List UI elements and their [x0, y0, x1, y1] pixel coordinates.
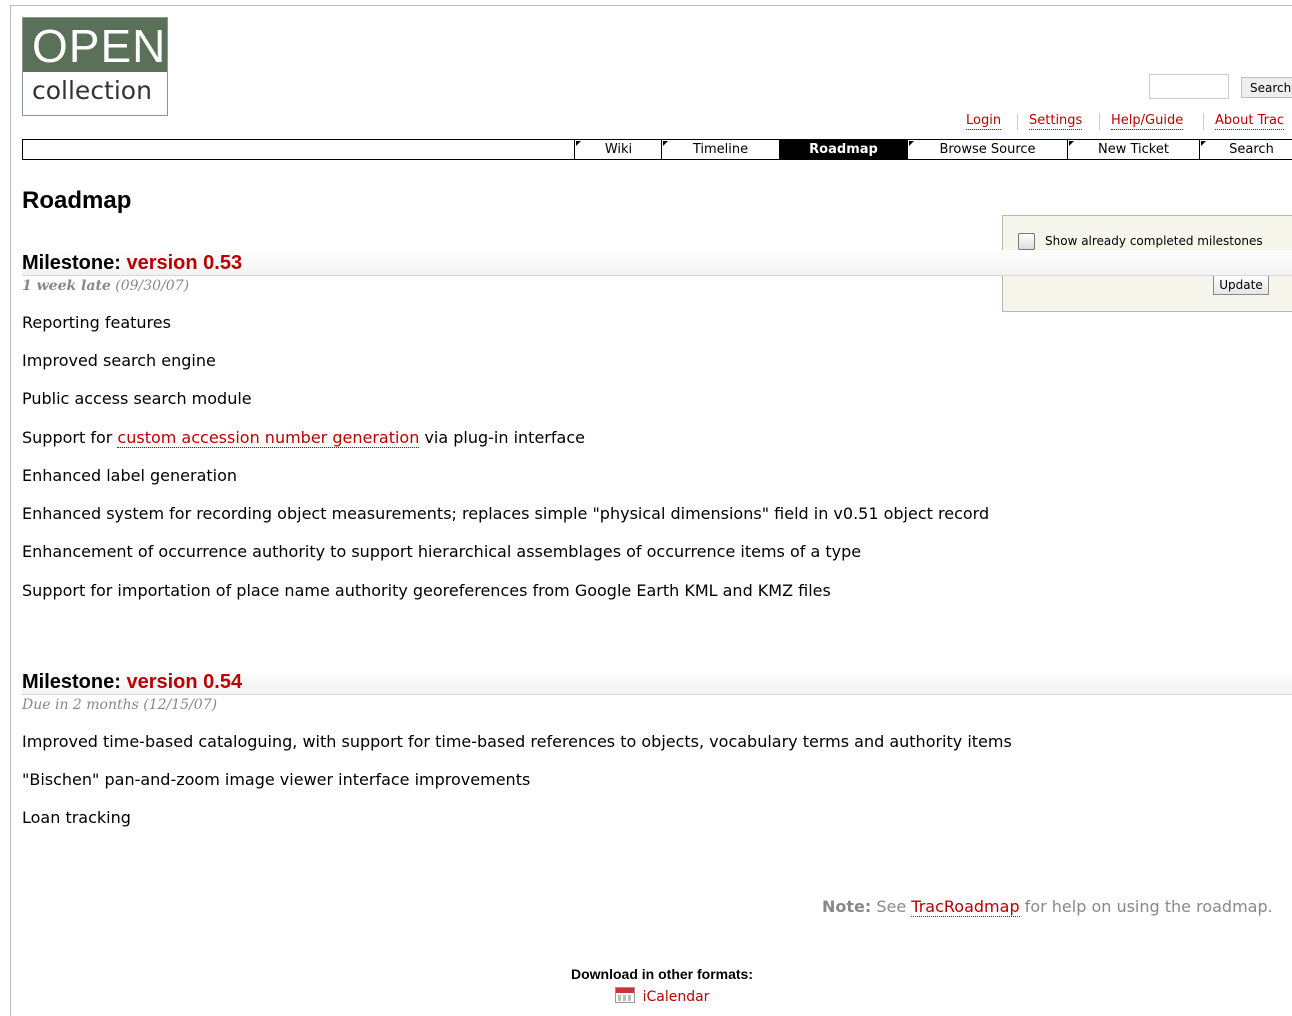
tab-new-ticket[interactable]: New Ticket — [1067, 140, 1199, 159]
milestone-item: Enhanced label generation — [22, 466, 238, 485]
icalendar-link[interactable]: iCalendar — [614, 987, 710, 1005]
tab-search[interactable]: Search — [1199, 140, 1292, 159]
meta-nav-separator — [1017, 113, 1018, 130]
alternate-formats: Download in other formats: iCalendar — [500, 966, 824, 1005]
alternate-formats-heading: Download in other formats: — [571, 966, 753, 982]
milestone-item: "Bischen" pan-and-zoom image viewer inte… — [22, 770, 531, 789]
main-nav: Wiki Timeline Roadmap Browse Source New … — [22, 139, 1292, 160]
milestone-due: 1 week late (09/30/07) — [22, 278, 189, 294]
search-button[interactable]: Search — [1241, 77, 1292, 98]
milestone-link[interactable]: version 0.53 — [126, 252, 242, 274]
milestone-item-text: Support for — [22, 428, 118, 447]
show-completed-checkbox[interactable] — [1018, 233, 1035, 250]
milestone-link[interactable]: version 0.54 — [126, 671, 242, 693]
milestone-heading: Milestone: version 0.53 — [22, 250, 1292, 276]
show-completed-label[interactable]: Show already completed milestones — [1045, 233, 1263, 250]
meta-nav-separator — [1099, 113, 1100, 130]
roadmap-help-note: Note: See TracRoadmap for help on using … — [822, 897, 1273, 917]
note-label: Note: — [822, 897, 872, 916]
milestone-late: 1 week late — [22, 278, 111, 294]
logo-open-text: OPEN — [23, 18, 167, 72]
note-text: See — [871, 897, 912, 916]
milestone-item-text: via plug-in interface — [419, 428, 585, 447]
milestone-item: Loan tracking — [22, 808, 131, 827]
milestone-item: Reporting features — [22, 313, 171, 332]
page-title: Roadmap — [22, 187, 132, 214]
milestone-prefix: Milestone: — [22, 671, 127, 693]
trac-roadmap-link[interactable]: TracRoadmap — [911, 897, 1020, 917]
tab-wiki[interactable]: Wiki — [574, 140, 662, 159]
note-text: for help on using the roadmap. — [1019, 897, 1273, 916]
milestone-date: (09/30/07) — [115, 278, 190, 294]
milestone-prefix: Milestone: — [22, 252, 127, 274]
tab-roadmap[interactable]: Roadmap — [779, 140, 907, 159]
search-input[interactable] — [1149, 74, 1229, 99]
meta-nav-separator — [1203, 113, 1204, 130]
milestone-item: Public access search module — [22, 389, 252, 408]
tab-browse-source[interactable]: Browse Source — [907, 140, 1067, 159]
milestone-due: Due in 2 months (12/15/07) — [22, 697, 218, 713]
login-link[interactable]: Login — [966, 113, 1002, 130]
milestone-item: Enhanced system for recording object mea… — [22, 504, 990, 523]
site-logo[interactable]: OPEN collection — [22, 17, 168, 116]
update-button[interactable]: Update — [1213, 274, 1269, 295]
meta-nav: Login Settings Help/Guide About Trac — [0, 113, 1292, 131]
milestone-item: Support for importation of place name au… — [22, 581, 831, 600]
milestone-item: Support for custom accession number gene… — [22, 428, 585, 448]
milestone-heading: Milestone: version 0.54 — [22, 669, 1292, 695]
calendar-icon — [614, 987, 635, 1003]
icalendar-label: iCalendar — [642, 989, 710, 1005]
tab-timeline[interactable]: Timeline — [661, 140, 779, 159]
logo-collection-text: collection — [32, 76, 152, 105]
help-guide-link[interactable]: Help/Guide — [1111, 113, 1184, 130]
milestone-item: Enhancement of occurrence authority to s… — [22, 542, 862, 561]
milestone-item: Improved search engine — [22, 351, 216, 370]
about-trac-link[interactable]: About Trac — [1215, 113, 1285, 130]
milestone-item: Improved time-based cataloguing, with su… — [22, 732, 1012, 751]
custom-accession-link[interactable]: custom accession number generation — [117, 428, 420, 448]
settings-link[interactable]: Settings — [1029, 113, 1083, 130]
